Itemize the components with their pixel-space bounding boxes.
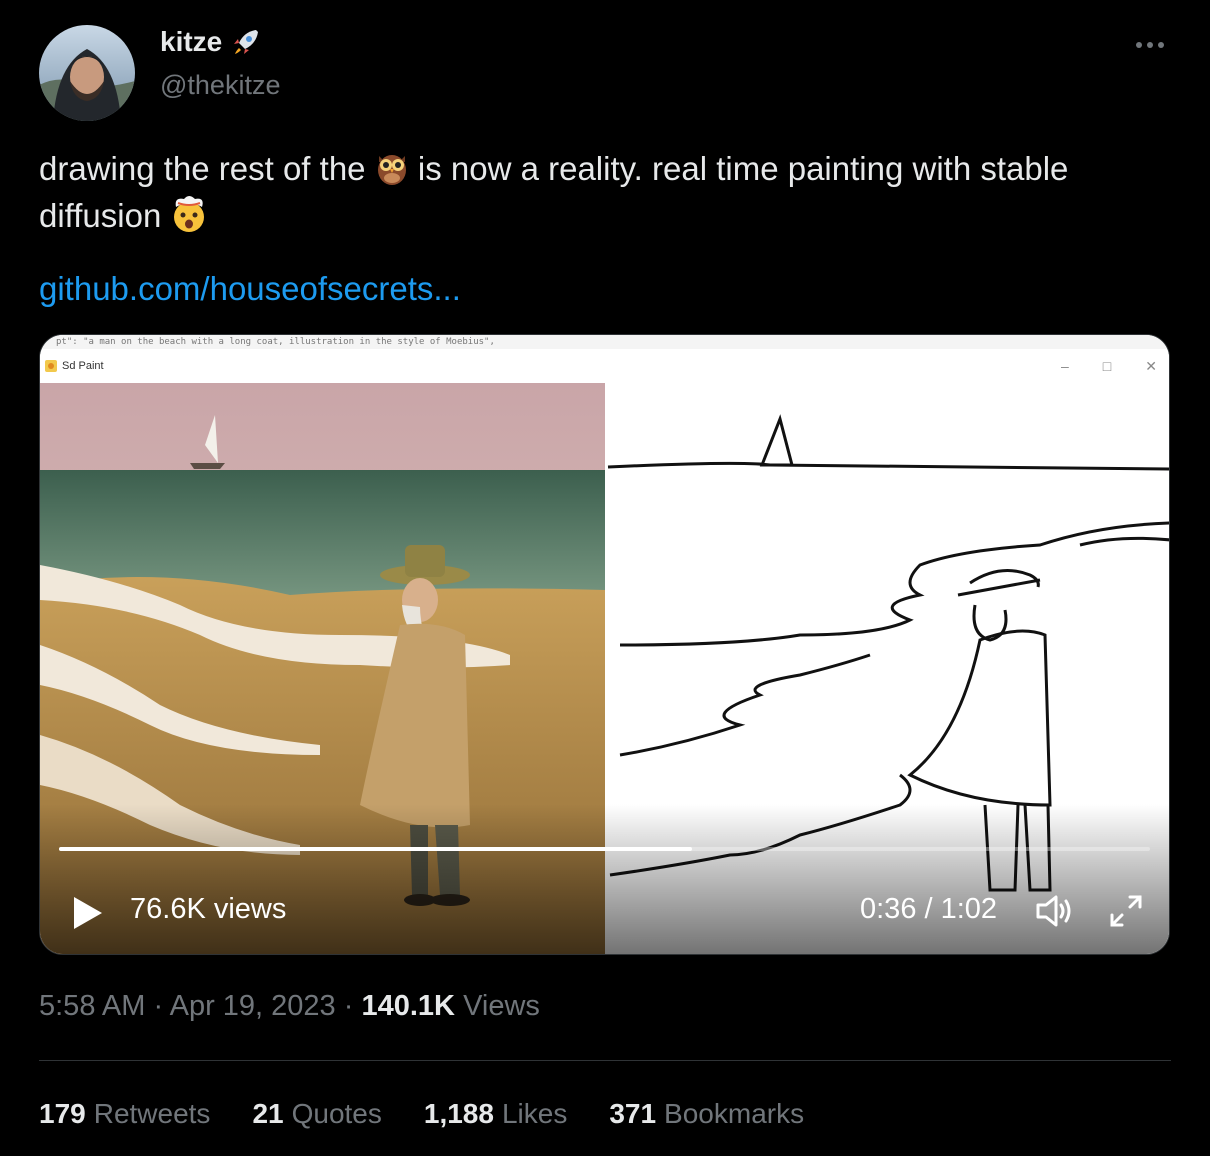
rocket-icon — [234, 30, 259, 54]
retweets-label: Retweets — [93, 1098, 211, 1129]
close-window-button[interactable]: ✕ — [1145, 358, 1157, 375]
app-titlebar: Sd Paint – □ ✕ — [40, 349, 1169, 383]
exploding-head-icon — [170, 195, 208, 242]
quotes-label: Quotes — [291, 1098, 382, 1129]
minimize-button[interactable]: – — [1061, 358, 1069, 374]
tweet-text: drawing the rest of the is now a reality… — [39, 148, 1169, 242]
avatar-image — [39, 25, 135, 121]
app-icon — [45, 360, 57, 372]
play-icon — [74, 897, 102, 929]
bookmarks-stat[interactable]: 371 Bookmarks — [609, 1098, 804, 1130]
bookmarks-count: 371 — [609, 1098, 657, 1129]
owl-icon — [375, 150, 409, 195]
meta-separator: · — [153, 990, 164, 1022]
handle[interactable]: @thekitze — [160, 70, 280, 101]
video-player[interactable]: pt": "a man on the beach with a long coa… — [39, 334, 1170, 955]
display-name[interactable]: kitze — [160, 26, 222, 58]
video-progress-fill — [59, 847, 692, 851]
volume-button[interactable] — [1034, 893, 1074, 929]
maximize-button[interactable]: □ — [1103, 358, 1111, 374]
prompt-strip: pt": "a man on the beach with a long coa… — [40, 335, 1169, 349]
play-button[interactable] — [68, 891, 108, 935]
video-progress-bar[interactable] — [59, 847, 1150, 851]
quotes-count: 21 — [252, 1098, 284, 1129]
avatar[interactable] — [39, 25, 135, 121]
more-icon — [1136, 42, 1164, 48]
meta-separator: · — [343, 990, 354, 1022]
likes-stat[interactable]: 1,188 Likes — [424, 1098, 567, 1130]
tweet-text-part-1: drawing the rest of the — [39, 150, 375, 187]
retweets-stat[interactable]: 179 Retweets — [39, 1098, 210, 1130]
window-controls: – □ ✕ — [1061, 349, 1157, 383]
likes-label: Likes — [501, 1098, 568, 1129]
bookmarks-label: Bookmarks — [664, 1098, 805, 1129]
likes-count: 1,188 — [423, 1098, 494, 1129]
engagement-stats: 179 Retweets 21 Quotes 1,188 Likes 371 Bookm… — [39, 1098, 804, 1130]
tweet-link[interactable]: github.com/houseofsecrets... — [39, 270, 461, 308]
views-count: 140.1K — [361, 990, 455, 1022]
tweet-meta: 5:58 AM · Apr 19, 2023 · 140.1K Views — [39, 990, 540, 1023]
views-label: Views — [463, 990, 540, 1022]
divider — [39, 1060, 1171, 1061]
quotes-stat[interactable]: 21 Quotes — [252, 1098, 381, 1130]
video-views-label: 76.6K views — [130, 893, 287, 925]
volume-icon — [1036, 895, 1071, 927]
app-title: Sd Paint — [62, 360, 104, 372]
more-options-button[interactable] — [1130, 30, 1170, 60]
expand-icon — [1110, 895, 1142, 927]
tweet-date[interactable]: Apr 19, 2023 — [170, 990, 336, 1022]
author-name-row[interactable]: kitze — [160, 26, 262, 58]
tweet-time[interactable]: 5:58 AM — [39, 990, 145, 1022]
video-controls-overlay — [40, 804, 1169, 954]
fullscreen-button[interactable] — [1106, 891, 1146, 931]
video-time-label: 0:36 / 1:02 — [860, 893, 998, 925]
retweets-count: 179 — [39, 1098, 86, 1129]
